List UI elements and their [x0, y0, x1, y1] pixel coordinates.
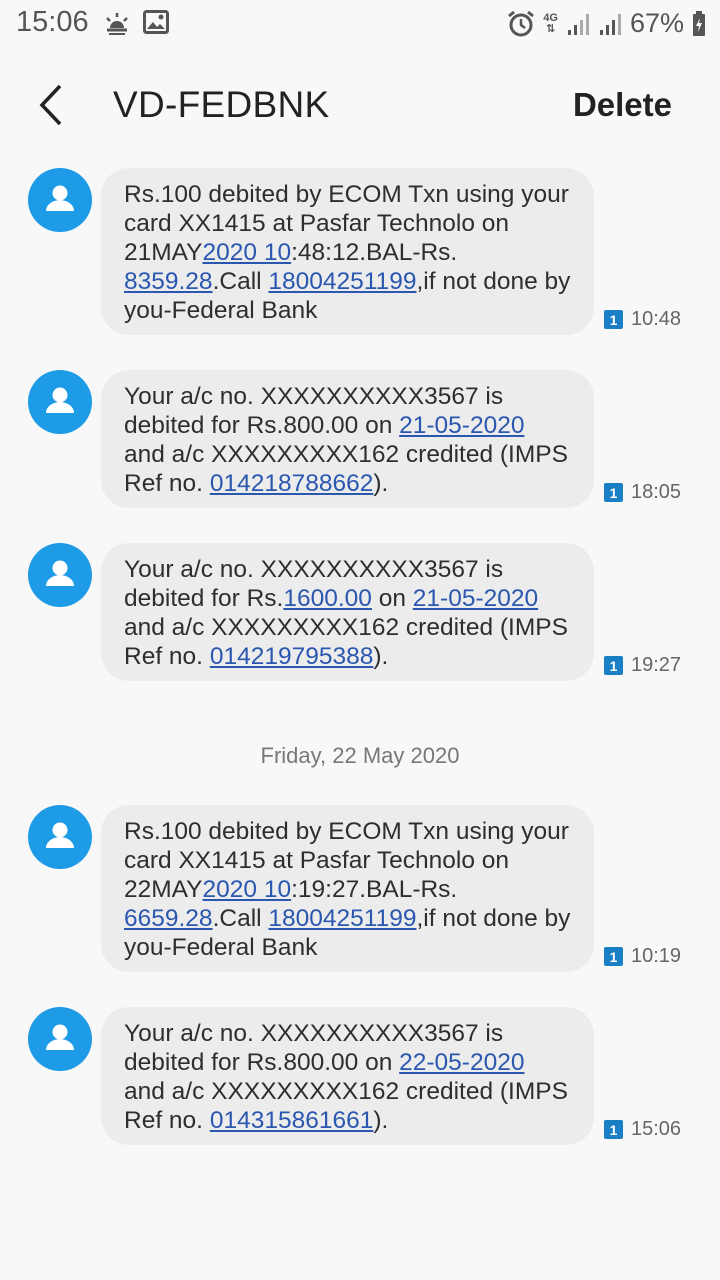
- message-text: on: [371, 585, 413, 612]
- battery-percentage: 67%: [629, 8, 684, 38]
- message-link[interactable]: 2020 10: [203, 876, 292, 903]
- conversation-title: VD-FEDBNK: [113, 84, 330, 125]
- message-link[interactable]: 2020 10: [203, 239, 292, 266]
- person-icon: [46, 1024, 74, 1050]
- message-text: :19:27.BAL-Rs.: [291, 876, 458, 903]
- message-time: 18:05: [631, 481, 682, 503]
- message-bubble[interactable]: Rs.100 debited by ECOM Txn using your ca…: [101, 805, 594, 972]
- message-time: 15:06: [631, 1118, 682, 1140]
- message-bubble[interactable]: Your a/c no. XXXXXXXXXX3567 is debited f…: [101, 370, 594, 508]
- message-link[interactable]: 18004251199: [268, 905, 416, 932]
- message-bubble[interactable]: Your a/c no. XXXXXXXXXX3567 is debited f…: [101, 1007, 594, 1145]
- date-separator: Friday, 22 May 2020: [260, 743, 460, 768]
- person-icon: [46, 387, 74, 413]
- sim-badge: 1: [604, 1120, 623, 1139]
- contact-avatar[interactable]: [28, 168, 92, 232]
- message-meta: 1 19:27: [604, 654, 681, 677]
- message-bubble[interactable]: Rs.100 debited by ECOM Txn using your ca…: [101, 168, 594, 335]
- alarm-icon: [508, 10, 535, 36]
- delete-button[interactable]: Delete: [573, 86, 672, 124]
- message-time: 10:48: [631, 308, 682, 330]
- weather-icon: [106, 13, 128, 35]
- sim-badge: 1: [604, 483, 623, 502]
- message-link[interactable]: 6659.28: [124, 905, 213, 932]
- message-time: 19:27: [631, 654, 682, 676]
- person-icon: [46, 185, 74, 211]
- message-text: ).: [373, 1107, 389, 1134]
- person-icon: [46, 560, 74, 586]
- gallery-icon: [143, 10, 169, 34]
- signal-icon-2: [599, 13, 621, 35]
- message-meta: 1 10:19: [604, 945, 681, 968]
- back-button[interactable]: [30, 80, 80, 130]
- message-time: 10:19: [631, 945, 682, 967]
- conversation-header: VD-FEDBNK Delete: [0, 60, 720, 150]
- sim-badge: 1: [604, 947, 623, 966]
- data-arrows-icon: ⇅: [546, 22, 556, 35]
- message-meta: 1 10:48: [604, 308, 681, 331]
- message-link[interactable]: 18004251199: [268, 268, 416, 295]
- message-meta: 1 18:05: [604, 481, 681, 504]
- message-bubble[interactable]: Your a/c no. XXXXXXXXXX3567 is debited f…: [101, 543, 594, 681]
- contact-avatar[interactable]: [28, 370, 92, 434]
- message-link[interactable]: 21-05-2020: [413, 585, 538, 612]
- message-text: .Call: [212, 268, 269, 295]
- contact-avatar[interactable]: [28, 543, 92, 607]
- message-link[interactable]: 014219795388: [210, 643, 374, 670]
- sim-badge: 1: [604, 310, 623, 329]
- status-bar: 15:06 4G ⇅ 67%: [0, 0, 720, 50]
- message-link[interactable]: 21-05-2020: [399, 412, 524, 439]
- message-text: ).: [373, 643, 389, 670]
- sim-badge: 1: [604, 656, 623, 675]
- status-time: 15:06: [16, 6, 89, 38]
- battery-icon: [693, 10, 705, 36]
- message-link[interactable]: 1600.00: [283, 585, 372, 612]
- network-type: 4G ⇅: [543, 11, 558, 35]
- message-text: :48:12.BAL-Rs.: [291, 239, 458, 266]
- message-link[interactable]: 22-05-2020: [399, 1049, 524, 1076]
- message-text: .Call: [212, 905, 269, 932]
- message-meta: 1 15:06: [604, 1118, 681, 1141]
- signal-icon-1: [567, 13, 589, 35]
- message-link[interactable]: 014315861661: [210, 1107, 374, 1134]
- message-text: ).: [373, 470, 389, 497]
- person-icon: [46, 822, 74, 848]
- message-link[interactable]: 8359.28: [124, 268, 213, 295]
- message-link[interactable]: 014218788662: [210, 470, 374, 497]
- contact-avatar[interactable]: [28, 1007, 92, 1071]
- back-arrow-icon: [39, 84, 62, 126]
- contact-avatar[interactable]: [28, 805, 92, 869]
